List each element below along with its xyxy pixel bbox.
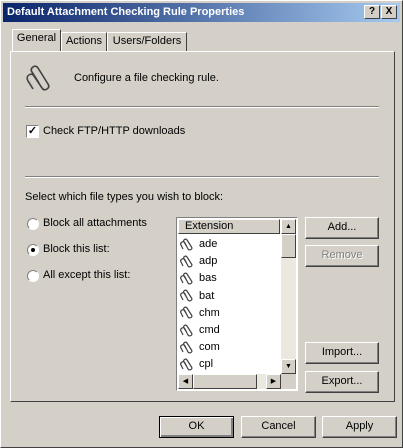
add-button[interactable]: Add... <box>305 217 379 239</box>
paperclip-icon <box>180 324 193 337</box>
properties-dialog: Default Attachment Checking Rule Propert… <box>0 0 403 448</box>
scrollbar-corner <box>281 374 296 389</box>
separator-top <box>25 106 379 108</box>
separator-middle <box>25 176 379 178</box>
vertical-scrollbar[interactable]: ▲ ▼ <box>281 219 296 374</box>
check-ftp-label: Check FTP/HTTP downloads <box>43 125 186 137</box>
list-item[interactable]: chm <box>180 305 280 322</box>
list-item[interactable]: bas <box>180 270 280 287</box>
vertical-scroll-thumb[interactable] <box>281 234 296 258</box>
tab-general-label: General <box>16 32 57 44</box>
tab-actions[interactable]: Actions <box>61 32 107 51</box>
paperclip-icon <box>180 272 193 285</box>
extension-listbox[interactable]: Extension ade adp bas bat chm cmd com cpl ▲ ▼ ◀… <box>176 217 298 391</box>
list-item[interactable]: cmd <box>180 322 280 339</box>
extension-label: chm <box>199 306 220 319</box>
paperclip-icon <box>180 358 193 371</box>
list-item[interactable]: cpl <box>180 356 280 373</box>
scroll-left-arrow-icon[interactable]: ◀ <box>178 374 193 389</box>
paperclip-icon <box>180 255 193 268</box>
paperclip-icon <box>26 65 50 91</box>
radio-all-except-label: All except this list: <box>43 269 131 281</box>
scroll-right-arrow-icon[interactable]: ▶ <box>266 374 281 389</box>
extension-label: com <box>199 341 220 354</box>
radio-block-all[interactable] <box>27 218 39 230</box>
remove-button[interactable]: Remove <box>305 245 379 267</box>
list-item[interactable]: com <box>180 339 280 356</box>
list-item[interactable]: bat <box>180 288 280 305</box>
select-prompt: Select which file types you wish to bloc… <box>25 191 224 203</box>
tab-users-folders-label: Users/Folders <box>112 35 182 47</box>
radio-block-list-label: Block this list: <box>43 243 110 255</box>
tab-users-folders[interactable]: Users/Folders <box>107 32 187 51</box>
list-item[interactable]: ade <box>180 236 280 253</box>
scroll-down-arrow-icon[interactable]: ▼ <box>281 359 296 374</box>
import-button[interactable]: Import... <box>305 342 379 364</box>
extension-label: bas <box>199 272 217 285</box>
extension-column-header[interactable]: Extension <box>178 219 280 234</box>
radio-block-list[interactable] <box>27 244 39 256</box>
rule-description: Configure a file checking rule. <box>74 72 219 84</box>
horizontal-scroll-thumb[interactable] <box>193 374 257 389</box>
paperclip-icon <box>180 289 193 302</box>
apply-button[interactable]: Apply <box>322 416 397 438</box>
cancel-button[interactable]: Cancel <box>241 416 316 438</box>
export-button[interactable]: Export... <box>305 371 379 393</box>
extension-label: ade <box>199 238 218 250</box>
close-button[interactable]: X <box>381 5 397 19</box>
ok-button[interactable]: OK <box>159 416 234 438</box>
check-ftp-checkbox[interactable]: ✓ <box>26 125 39 138</box>
extension-label: cmd <box>199 324 220 336</box>
horizontal-scrollbar[interactable]: ◀ ▶ <box>178 374 281 389</box>
scroll-up-arrow-icon[interactable]: ▲ <box>281 219 296 234</box>
tab-actions-label: Actions <box>65 35 103 47</box>
paperclip-icon <box>180 306 193 319</box>
radio-block-all-label: Block all attachments <box>43 217 147 229</box>
extension-label: bat <box>199 289 215 302</box>
extension-label: adp <box>199 255 218 268</box>
extension-label: cpl <box>199 358 214 371</box>
list-item[interactable]: adp <box>180 253 280 270</box>
paperclip-icon <box>180 341 193 354</box>
window-title: Default Attachment Checking Rule Propert… <box>7 6 245 18</box>
help-button[interactable]: ? <box>364 5 380 19</box>
tab-general[interactable]: General <box>12 29 61 51</box>
paperclip-icon <box>180 238 193 251</box>
radio-all-except[interactable] <box>27 270 39 282</box>
title-bar[interactable]: Default Attachment Checking Rule Propert… <box>3 3 400 22</box>
